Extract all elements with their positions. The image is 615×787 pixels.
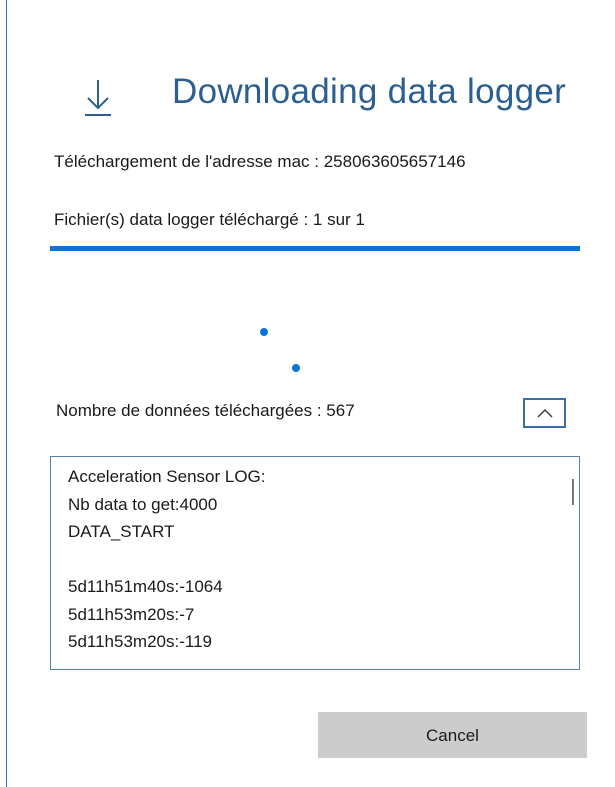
cancel-button[interactable]: Cancel <box>318 712 587 758</box>
download-dialog: Downloading data logger Téléchargement d… <box>0 0 615 787</box>
chevron-up-icon <box>537 409 553 418</box>
data-count-label: Nombre de données téléchargées : 567 <box>56 401 355 420</box>
log-textarea[interactable]: Acceleration Sensor LOG: Nb data to get:… <box>50 456 580 670</box>
files-downloaded-status: Fichier(s) data logger téléchargé : 1 su… <box>54 210 365 229</box>
download-progress-bar <box>50 246 580 251</box>
dialog-title: Downloading data logger <box>172 72 567 111</box>
log-lines: Acceleration Sensor LOG: Nb data to get:… <box>68 463 265 656</box>
log-line: DATA_START <box>68 522 175 541</box>
mac-address-status: Téléchargement de l'adresse mac : 258063… <box>54 152 466 171</box>
log-line: Nb data to get:4000 <box>68 494 218 514</box>
progress-bar-fill <box>50 246 580 251</box>
log-line: 5d11h53m20s:-7 <box>68 604 195 624</box>
dialog-header: Downloading data logger <box>0 58 615 128</box>
log-scrollbar[interactable] <box>572 479 574 505</box>
collapse-log-button[interactable] <box>523 398 566 428</box>
progress-ring-dot <box>260 328 268 336</box>
progress-ring-dot <box>292 364 300 372</box>
log-line: 5d11h53m20s:-119 <box>68 632 212 651</box>
download-arrow-icon <box>84 78 112 118</box>
log-line: Acceleration Sensor LOG: <box>68 467 266 486</box>
log-line: 5d11h51m40s:-1064 <box>68 577 223 596</box>
